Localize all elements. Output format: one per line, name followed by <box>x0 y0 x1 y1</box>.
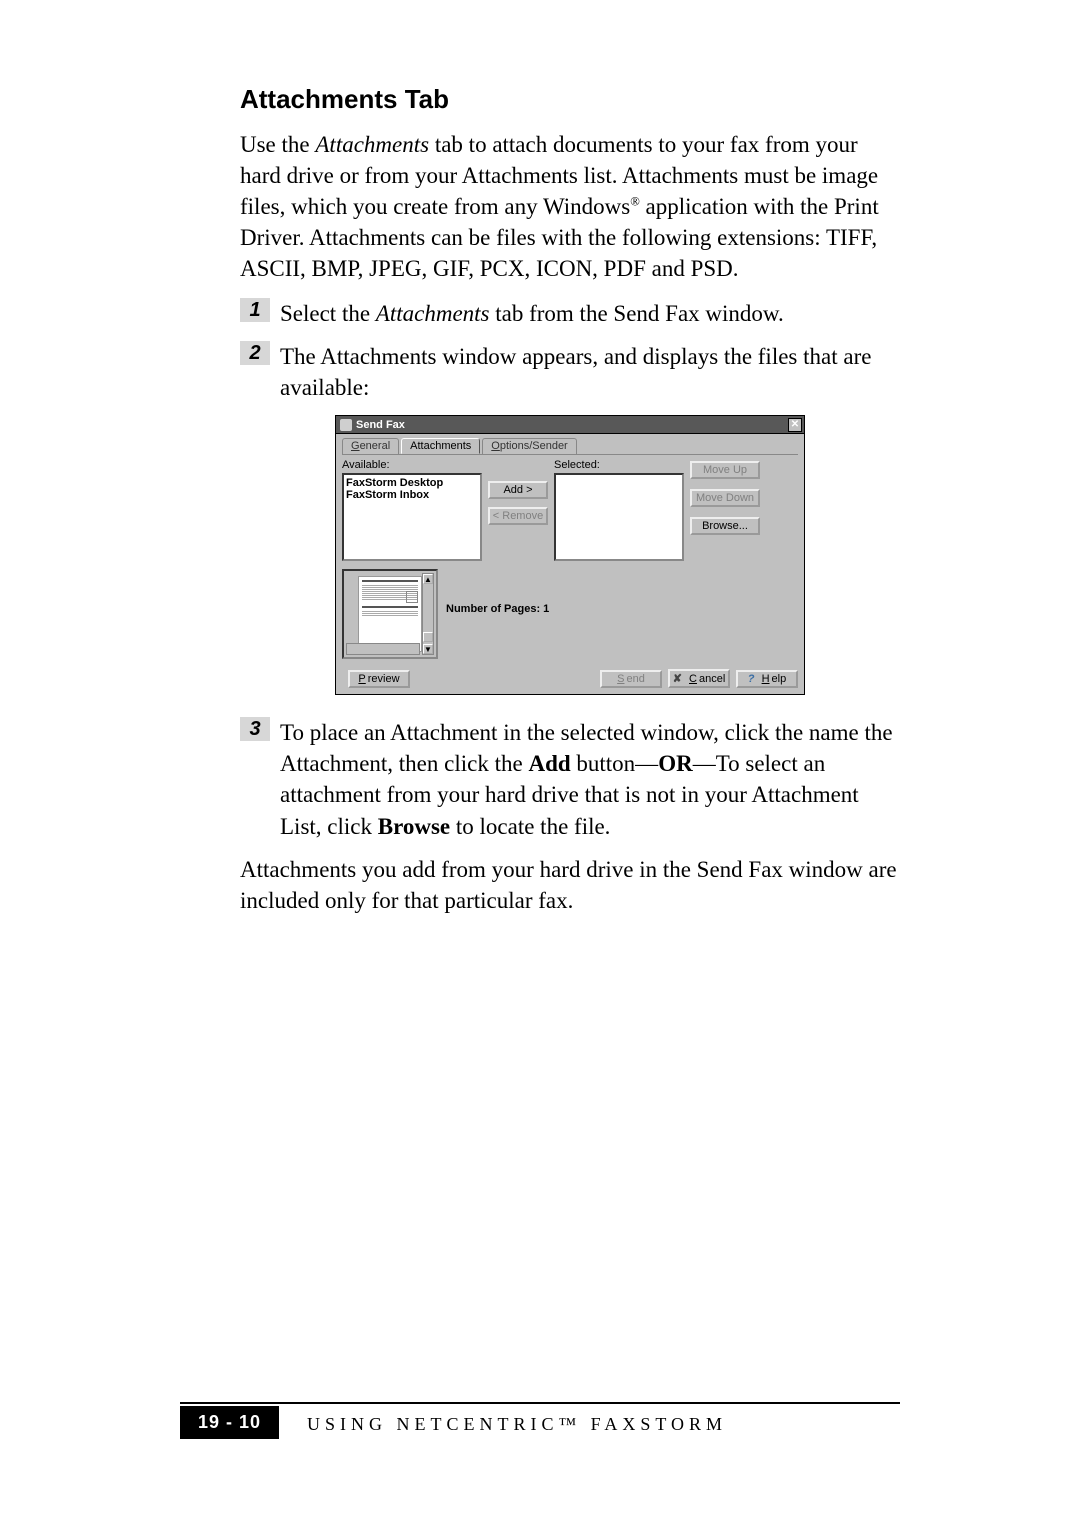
step-number: 1 <box>249 299 260 322</box>
available-label: Available: <box>342 459 482 471</box>
step-1: 1 Select the Attachments tab from the Se… <box>240 298 900 329</box>
cancel-mn: C <box>689 673 697 685</box>
close-icon[interactable]: ✕ <box>788 418 802 432</box>
dialog-titlebar[interactable]: Send Fax ✕ <box>335 415 805 433</box>
step-number: 2 <box>249 342 260 365</box>
attachments-panel: Available: FaxStorm Desktop FaxStorm Inb… <box>342 454 798 688</box>
page-number-box: 19 - 10 <box>180 1406 279 1439</box>
closing-paragraph: Attachments you add from your hard drive… <box>240 854 900 916</box>
selected-col: Selected: <box>554 459 684 561</box>
tab-strip: General Attachments Options/Sender <box>342 438 798 454</box>
step-number: 3 <box>249 718 260 741</box>
selected-listbox[interactable] <box>554 473 684 561</box>
help-button[interactable]: ? Help <box>736 670 798 688</box>
scrollbar-horizontal[interactable] <box>346 643 420 655</box>
tab-attachments[interactable]: Attachments <box>401 438 480 454</box>
tab-options-mn: O <box>491 440 500 452</box>
footer: 19 - 10 USING NETCENTRIC™ FAXSTORM <box>180 1406 900 1439</box>
add-remove-buttons: Add > < Remove <box>488 481 548 525</box>
help-rest: elp <box>772 673 787 685</box>
page: Attachments Tab Use the Attachments tab … <box>0 0 1080 1519</box>
scroll-down-icon[interactable]: ▼ <box>423 644 433 654</box>
x-icon: ✘ <box>673 672 682 685</box>
thumbnail-preview <box>358 576 422 652</box>
move-up-button[interactable]: Move Up <box>690 461 760 479</box>
s3b: button— <box>571 751 659 776</box>
step-badge: 1 <box>240 298 270 322</box>
s3b2: OR <box>658 751 693 776</box>
preview-button[interactable]: Preview <box>348 670 410 688</box>
available-col: Available: FaxStorm Desktop FaxStorm Inb… <box>342 459 482 561</box>
step-3: 3 To place an Attachment in the selected… <box>240 717 900 841</box>
browse-button[interactable]: Browse... <box>690 517 760 535</box>
step-3-text: To place an Attachment in the selected w… <box>280 717 900 841</box>
s1i: Attachments <box>376 301 490 326</box>
add-button[interactable]: Add > <box>488 481 548 499</box>
selected-label: Selected: <box>554 459 684 471</box>
remove-button[interactable]: < Remove <box>488 507 548 525</box>
dialog-title: Send Fax <box>356 419 405 431</box>
list-item[interactable]: FaxStorm Desktop <box>346 477 478 489</box>
scrollbar-vertical[interactable]: ▲ ▼ <box>422 573 434 655</box>
dialog-bottom-row: Preview Send ✘ Cancel ? Help <box>342 669 798 688</box>
step-1-text: Select the Attachments tab from the Send… <box>280 298 784 329</box>
preview-row: ▲ ▼ Number of Pages: 1 <box>342 569 798 659</box>
cancel-button[interactable]: ✘ Cancel <box>668 669 730 688</box>
intro-reg: ® <box>630 194 640 208</box>
s3d: to locate the file. <box>450 814 610 839</box>
send-fax-dialog: Send Fax ✕ General Attachments Options/S… <box>335 415 805 695</box>
send-mn: S <box>617 673 624 685</box>
s1b: tab from the Send Fax window. <box>490 301 784 326</box>
scroll-up-icon[interactable]: ▲ <box>423 574 433 584</box>
tab-general-rest: eneral <box>360 440 391 452</box>
move-down-button[interactable]: Move Down <box>690 489 760 507</box>
cancel-rest: ancel <box>699 673 725 685</box>
thumbnail-frame: ▲ ▼ <box>342 569 438 659</box>
intro-a: Use the <box>240 132 315 157</box>
footer-rule <box>180 1402 900 1404</box>
number-of-pages: Number of Pages: 1 <box>446 603 549 615</box>
right-buttons: Move Up Move Down Browse... <box>690 461 760 535</box>
preview-mn: P <box>358 673 365 685</box>
s1a: Select the <box>280 301 376 326</box>
dialog-body: General Attachments Options/Sender Avail… <box>335 433 805 695</box>
section-heading: Attachments Tab <box>240 84 900 115</box>
intro-paragraph: Use the Attachments tab to attach docume… <box>240 129 900 284</box>
step-2-text: The Attachments window appears, and disp… <box>280 341 900 403</box>
step-badge: 3 <box>240 717 270 741</box>
tab-options-rest: ptions/Sender <box>500 440 568 452</box>
preview-rest: review <box>368 673 400 685</box>
tab-general[interactable]: General <box>342 438 399 454</box>
step-badge: 2 <box>240 341 270 365</box>
s3b1: Add <box>528 751 570 776</box>
scroll-thumb[interactable] <box>423 632 433 642</box>
s3b3: Browse <box>378 814 450 839</box>
send-button[interactable]: Send <box>600 670 662 688</box>
help-mn: H <box>762 673 770 685</box>
app-icon <box>340 419 352 431</box>
intro-italic: Attachments <box>315 132 429 157</box>
available-listbox[interactable]: FaxStorm Desktop FaxStorm Inbox <box>342 473 482 561</box>
help-icon: ? <box>748 673 755 685</box>
send-rest: end <box>626 673 644 685</box>
tab-options-sender[interactable]: Options/Sender <box>482 438 576 454</box>
footer-title: USING NETCENTRIC™ FAXSTORM <box>279 1406 727 1439</box>
step-2: 2 The Attachments window appears, and di… <box>240 341 900 403</box>
tab-general-mn: G <box>351 440 360 452</box>
list-item[interactable]: FaxStorm Inbox <box>346 489 478 501</box>
